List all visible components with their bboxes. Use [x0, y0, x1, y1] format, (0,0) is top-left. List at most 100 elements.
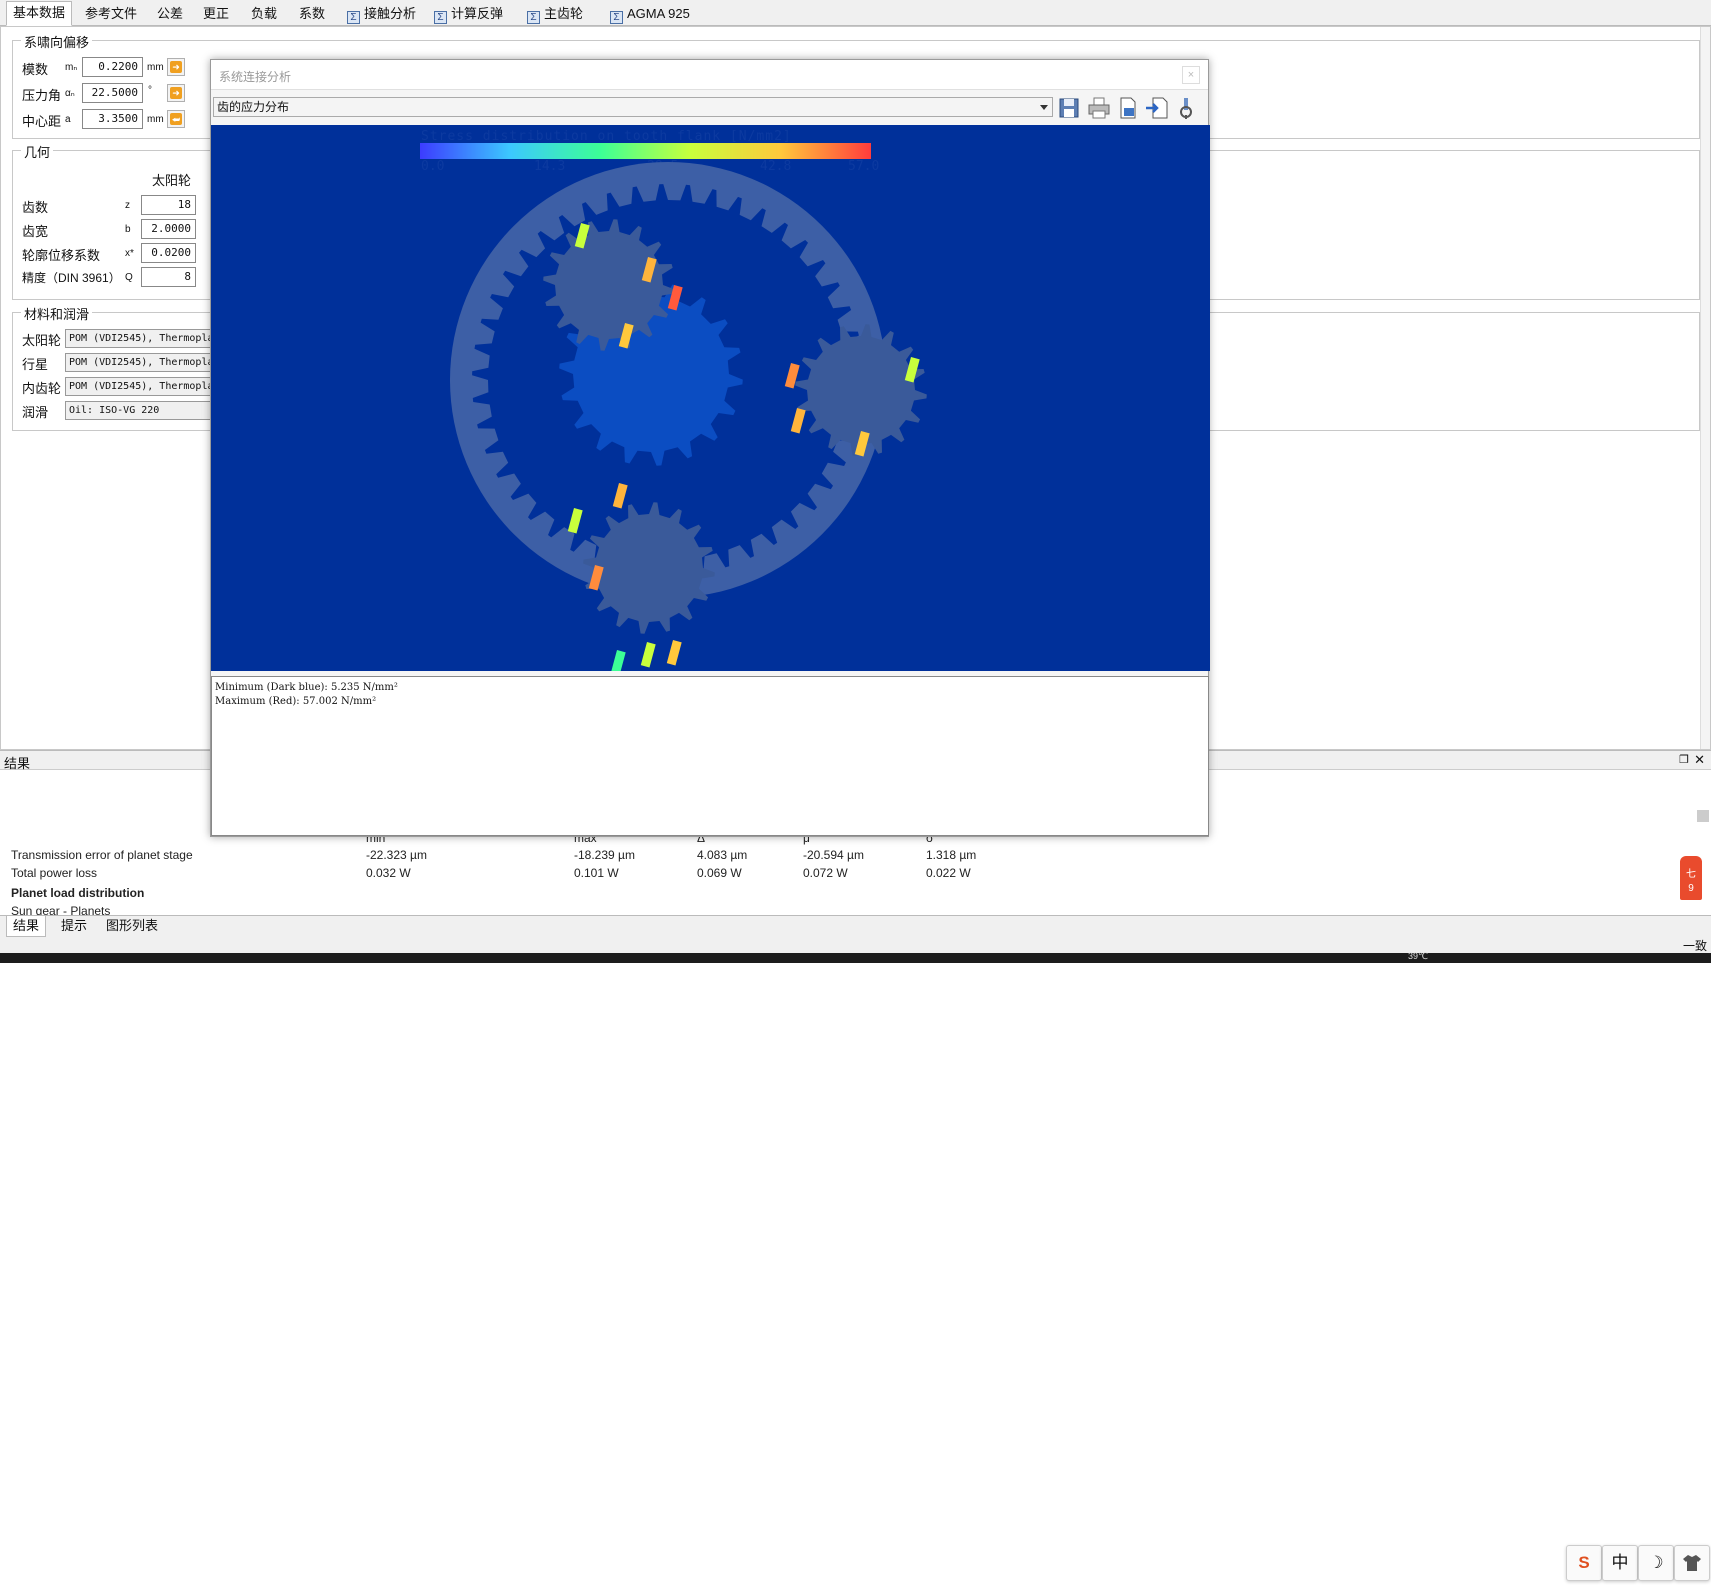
tab-hints[interactable]: 提示: [55, 916, 93, 937]
stress-output-text: Minimum (Dark blue): 5.235 N/mm² Maximum…: [211, 676, 1209, 836]
result-type-select[interactable]: 齿的应力分布: [213, 97, 1053, 117]
ring-material-label: 内齿轮: [22, 381, 62, 396]
sun-material-field[interactable]: POM (VDI2545), Thermopla: [65, 329, 225, 348]
dialog-close-button[interactable]: ×: [1182, 66, 1200, 84]
group-material-title: 材料和润滑: [21, 304, 93, 323]
ime-logo-button[interactable]: S: [1566, 1545, 1602, 1581]
stress-highlight-10: [640, 642, 656, 668]
tab-6[interactable]: Σ 接触分析: [340, 2, 423, 26]
face-width-symbol: b: [125, 224, 131, 235]
arrow-right-icon: ➜: [170, 61, 182, 73]
group-geometry-title: 几何: [21, 142, 54, 161]
face-width-input[interactable]: 2.0000: [141, 219, 196, 239]
ime-skin-button[interactable]: [1674, 1545, 1710, 1581]
tab-8[interactable]: Σ 主齿轮: [520, 2, 590, 26]
main-tab-bar: 基本数据 参考文件 公差 更正 负载 系数 Σ 接触分析 Σ 计算反弹 Σ 主齿轮 Σ AGMA 925: [0, 0, 1711, 26]
ime-chinese-button[interactable]: 中: [1602, 1545, 1638, 1581]
profile-shift-symbol: x*: [125, 248, 134, 259]
face-width-label: 齿宽: [22, 224, 49, 239]
transmission-error-delta: 4.083 µm: [697, 848, 748, 862]
main-scrollbar[interactable]: [1700, 27, 1710, 749]
results-scrollbar-thumb[interactable]: [1697, 810, 1709, 822]
power-loss-label: Total power loss: [11, 866, 98, 880]
transmission-error-mu: -20.594 µm: [803, 848, 864, 862]
ime-moon-button[interactable]: ☽: [1638, 1545, 1674, 1581]
export-icon[interactable]: [1115, 95, 1141, 121]
transmission-error-max: -18.239 µm: [574, 848, 635, 862]
transmission-error-sigma: 1.318 µm: [926, 848, 977, 862]
sigma-icon: Σ: [527, 11, 540, 24]
tab-label: 公差: [157, 6, 184, 21]
center-distance-input[interactable]: 3.3500: [82, 109, 143, 129]
accuracy-label: 精度（DIN 3961）: [22, 271, 121, 285]
tab-5[interactable]: 系数: [292, 2, 332, 26]
module-label: 模数: [22, 62, 49, 77]
sigma-icon: Σ: [347, 11, 360, 24]
power-loss-sigma: 0.022 W: [926, 866, 971, 880]
pressure-angle-label: 压力角: [22, 88, 62, 103]
floating-promo-icon[interactable]: 七9: [1680, 856, 1702, 900]
tab-1[interactable]: 参考文件: [78, 2, 144, 26]
pressure-angle-transfer-button[interactable]: ➜: [167, 84, 185, 102]
profile-shift-input[interactable]: 0.0200: [141, 243, 196, 263]
accuracy-input[interactable]: 8: [141, 267, 196, 287]
taskbar-temperature: 39℃: [1408, 951, 1429, 961]
save-icon[interactable]: [1056, 95, 1082, 121]
output-maximum-line: Maximum (Red): 57.002 N/mm²: [215, 696, 377, 707]
lubrication-label: 润滑: [22, 405, 49, 420]
ring-material-field[interactable]: POM (VDI2545), Thermopla: [65, 377, 225, 396]
lubrication-field[interactable]: Oil: ISO-VG 220: [65, 401, 225, 420]
tab-graphics-list[interactable]: 图形列表: [100, 916, 164, 937]
planetary-gear-model: [450, 162, 927, 671]
close-icon[interactable]: ✕: [1694, 752, 1705, 768]
pressure-angle-input[interactable]: 22.5000: [82, 83, 143, 103]
sun-material-label: 太阳轮: [22, 333, 62, 348]
stress-3d-viewport[interactable]: Stress distribution on tooth flank [N/mm…: [211, 125, 1210, 671]
tab-label: AGMA 925: [627, 6, 690, 21]
center-distance-label: 中心距: [22, 114, 62, 129]
profile-shift-label: 轮廓位移系数: [22, 248, 101, 263]
power-loss-min: 0.032 W: [366, 866, 411, 880]
power-loss-delta: 0.069 W: [697, 866, 742, 880]
tab-4[interactable]: 负载: [244, 2, 284, 26]
tab-0[interactable]: 基本数据: [6, 1, 73, 26]
transmission-error-min: -22.323 µm: [366, 848, 427, 862]
tab-9[interactable]: Σ AGMA 925: [603, 2, 697, 26]
arrow-left-icon: ⮨: [170, 113, 182, 125]
status-bar: 一致: [0, 937, 1711, 953]
module-unit: mm: [147, 62, 164, 73]
tab-7[interactable]: Σ 计算反弹: [427, 2, 510, 26]
planet-material-label: 行星: [22, 357, 49, 372]
teeth-count-input[interactable]: 18: [141, 195, 196, 215]
tab-3[interactable]: 更正: [196, 2, 236, 26]
teeth-count-symbol: z: [125, 200, 130, 211]
planet-load-section-title: Planet load distribution: [11, 886, 145, 900]
power-loss-mu: 0.072 W: [803, 866, 848, 880]
shirt-icon: [1683, 1555, 1701, 1571]
group-normal-title: 系啸向偏移: [21, 32, 93, 51]
module-input[interactable]: 0.2200: [82, 57, 143, 77]
restore-icon[interactable]: ❐: [1679, 753, 1689, 766]
stress-highlight-9: [610, 650, 626, 671]
tab-label: 基本数据: [13, 5, 66, 20]
bottom-tab-bar: 结果 提示 图形列表: [0, 915, 1711, 937]
status-consistent: 一致: [1682, 939, 1707, 953]
power-loss-max: 0.101 W: [574, 866, 619, 880]
tab-label: 主齿轮: [544, 6, 584, 21]
sun-gear-column-header: 太阳轮: [152, 173, 192, 188]
import-icon[interactable]: [1144, 95, 1170, 121]
chevron-down-icon: [1040, 105, 1048, 110]
module-transfer-button[interactable]: ➜: [167, 58, 185, 76]
center-distance-unit: mm: [147, 114, 164, 125]
planet-material-field[interactable]: POM (VDI2545), Thermopla: [65, 353, 225, 372]
sigma-icon: Σ: [610, 11, 623, 24]
center-distance-transfer-button[interactable]: ⮨: [167, 110, 185, 128]
settings-icon[interactable]: [1173, 95, 1199, 121]
tab-results[interactable]: 结果: [6, 916, 47, 937]
print-icon[interactable]: [1086, 95, 1112, 121]
tab-label: 更正: [203, 6, 230, 21]
taskbar: 39℃: [0, 951, 1711, 963]
pressure-angle-symbol: αₙ: [65, 88, 75, 99]
accuracy-symbol: Q: [125, 272, 133, 283]
tab-2[interactable]: 公差: [150, 2, 190, 26]
